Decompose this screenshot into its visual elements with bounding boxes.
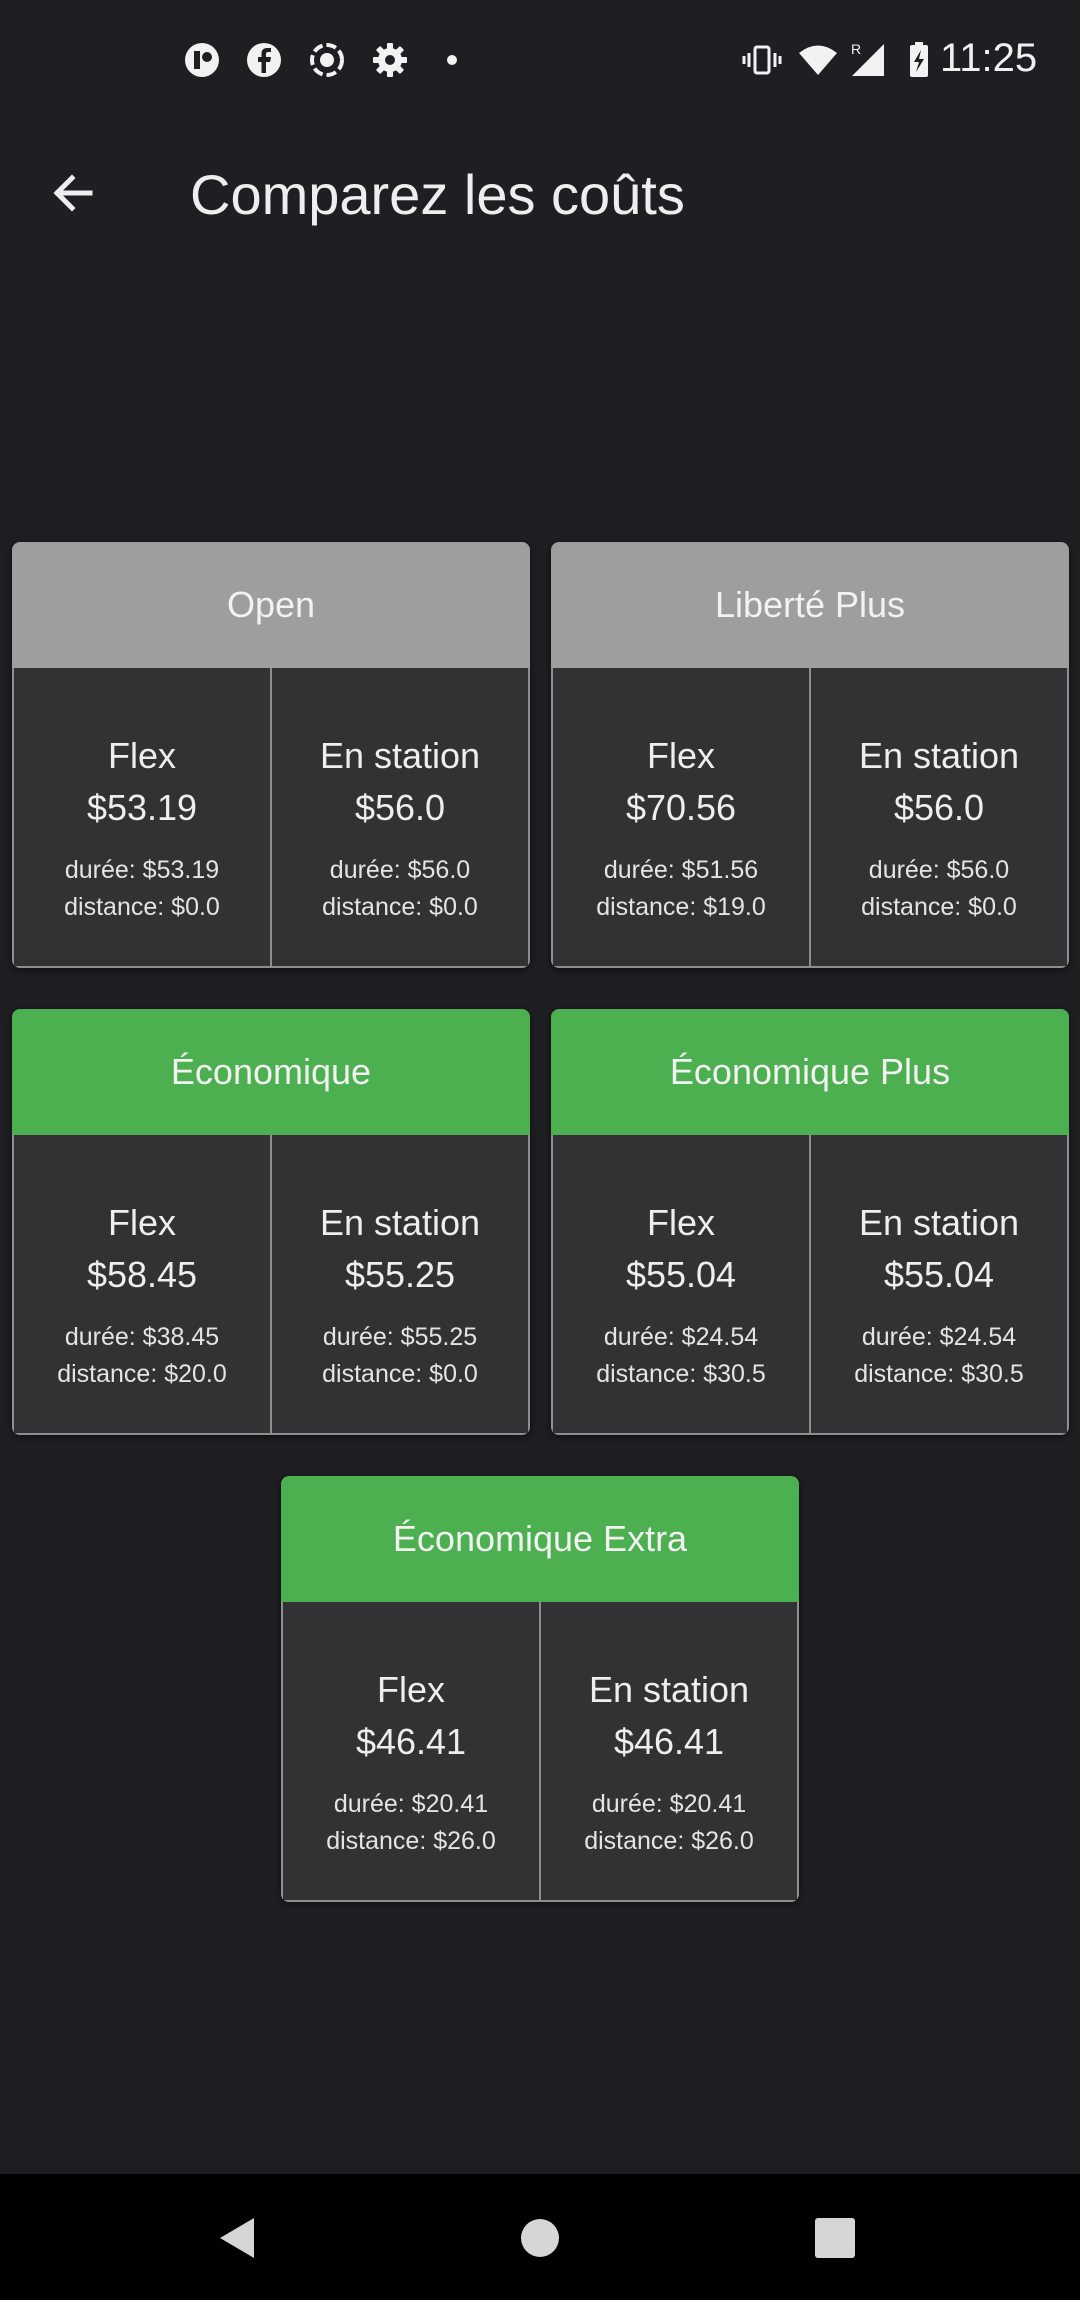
option-distance: distance: $26.0 (584, 1827, 754, 1855)
option-distance: distance: $30.5 (596, 1360, 766, 1388)
option-en-station: En station $56.0 durée: $56.0 distance: … (809, 668, 1067, 966)
option-distance: distance: $20.0 (57, 1360, 227, 1388)
system-nav-bar (0, 2174, 1080, 2300)
option-flex: Flex $53.19 durée: $53.19 distance: $0.0 (14, 668, 270, 966)
option-flex: Flex $58.45 durée: $38.45 distance: $20.… (14, 1135, 270, 1433)
recents-square-icon[interactable] (807, 2210, 863, 2266)
option-price: $46.41 (355, 1721, 467, 1762)
option-label: En station (858, 735, 1020, 776)
home-circle-icon[interactable] (512, 2210, 568, 2266)
option-duree: durée: $38.45 (64, 1323, 220, 1351)
option-price: $55.04 (625, 1254, 737, 1295)
option-label: En station (858, 1202, 1020, 1243)
option-duree: durée: $20.41 (333, 1790, 489, 1818)
option-duree: durée: $53.19 (64, 856, 220, 884)
option-price: $58.45 (86, 1254, 198, 1295)
option-duree: durée: $51.56 (603, 856, 759, 884)
option-flex: Flex $46.41 durée: $20.41 distance: $26.… (283, 1602, 539, 1900)
status-bar: R 11:25 (0, 0, 1080, 120)
plan-card-economique-plus: Économique Plus Flex $55.04 durée: $24.5… (551, 1009, 1069, 1435)
plan-card-economique: Économique Flex $58.45 durée: $38.45 dis… (12, 1009, 530, 1435)
option-label: Flex (376, 1669, 445, 1710)
plan-options: Flex $70.56 durée: $51.56 distance: $19.… (551, 668, 1069, 968)
option-en-station: En station $55.25 durée: $55.25 distance… (270, 1135, 528, 1433)
back-triangle-icon[interactable] (212, 2210, 268, 2266)
option-duree: durée: $55.25 (322, 1323, 478, 1351)
option-flex: Flex $55.04 durée: $24.54 distance: $30.… (553, 1135, 809, 1433)
option-label: Flex (107, 1202, 176, 1243)
plan-header: Open (12, 542, 530, 668)
option-distance: distance: $0.0 (322, 1360, 478, 1388)
plan-options: Flex $53.19 durée: $53.19 distance: $0.0… (12, 668, 530, 968)
app-screen: R 11:25 Comparez les coûts Open Flex $53… (0, 0, 1080, 2300)
option-distance: distance: $0.0 (322, 893, 478, 921)
option-duree: durée: $24.54 (603, 1323, 759, 1351)
status-time: 11:25 (940, 36, 1038, 80)
option-label: Flex (646, 735, 715, 776)
wifi-icon (799, 45, 837, 75)
plan-header: Économique Extra (281, 1476, 799, 1602)
option-en-station: En station $55.04 durée: $24.54 distance… (809, 1135, 1067, 1433)
option-price: $55.25 (344, 1254, 456, 1295)
battery-charging-icon (910, 42, 928, 77)
option-distance: distance: $30.5 (854, 1360, 1024, 1388)
arrow-left-icon[interactable] (40, 160, 106, 226)
option-flex: Flex $70.56 durée: $51.56 distance: $19.… (553, 668, 809, 966)
plan-options: Flex $55.04 durée: $24.54 distance: $30.… (551, 1135, 1069, 1435)
plan-options: Flex $46.41 durée: $20.41 distance: $26.… (281, 1602, 799, 1902)
option-price: $70.56 (625, 787, 737, 828)
settings-icon (373, 43, 407, 77)
option-price: $46.41 (613, 1721, 725, 1762)
plan-header: Économique (12, 1009, 530, 1135)
option-distance: distance: $0.0 (64, 893, 220, 921)
option-label: En station (319, 735, 481, 776)
option-distance: distance: $19.0 (596, 893, 766, 921)
plan-card-open: Open Flex $53.19 durée: $53.19 distance:… (12, 542, 530, 968)
option-price: $56.0 (893, 787, 985, 828)
option-label: En station (319, 1202, 481, 1243)
plan-options: Flex $58.45 durée: $38.45 distance: $20.… (12, 1135, 530, 1435)
option-duree: durée: $24.54 (861, 1323, 1017, 1351)
option-distance: distance: $26.0 (326, 1827, 496, 1855)
facebook-icon (247, 43, 281, 77)
signal-icon: R (851, 41, 884, 76)
dot-icon (447, 55, 457, 65)
option-label: En station (588, 1669, 750, 1710)
plan-header: Liberté Plus (551, 542, 1069, 668)
option-price: $56.0 (354, 787, 446, 828)
option-price: $55.04 (883, 1254, 995, 1295)
app-icon (185, 43, 219, 77)
vibrate-icon (742, 45, 782, 75)
option-en-station: En station $56.0 durée: $56.0 distance: … (270, 668, 528, 966)
option-label: Flex (107, 735, 176, 776)
option-en-station: En station $46.41 durée: $20.41 distance… (539, 1602, 797, 1900)
option-duree: durée: $56.0 (329, 856, 471, 884)
page-title: Comparez les coûts (190, 163, 685, 226)
plan-card-economique-extra: Économique Extra Flex $46.41 durée: $20.… (281, 1476, 799, 1902)
option-duree: durée: $56.0 (868, 856, 1010, 884)
option-price: $53.19 (86, 787, 198, 828)
option-duree: durée: $20.41 (591, 1790, 747, 1818)
option-label: Flex (646, 1202, 715, 1243)
option-distance: distance: $0.0 (861, 893, 1017, 921)
plan-card-liberte-plus: Liberté Plus Flex $70.56 durée: $51.56 d… (551, 542, 1069, 968)
svg-text:R: R (851, 41, 861, 57)
screen-record-icon (310, 43, 344, 77)
plan-header: Économique Plus (551, 1009, 1069, 1135)
